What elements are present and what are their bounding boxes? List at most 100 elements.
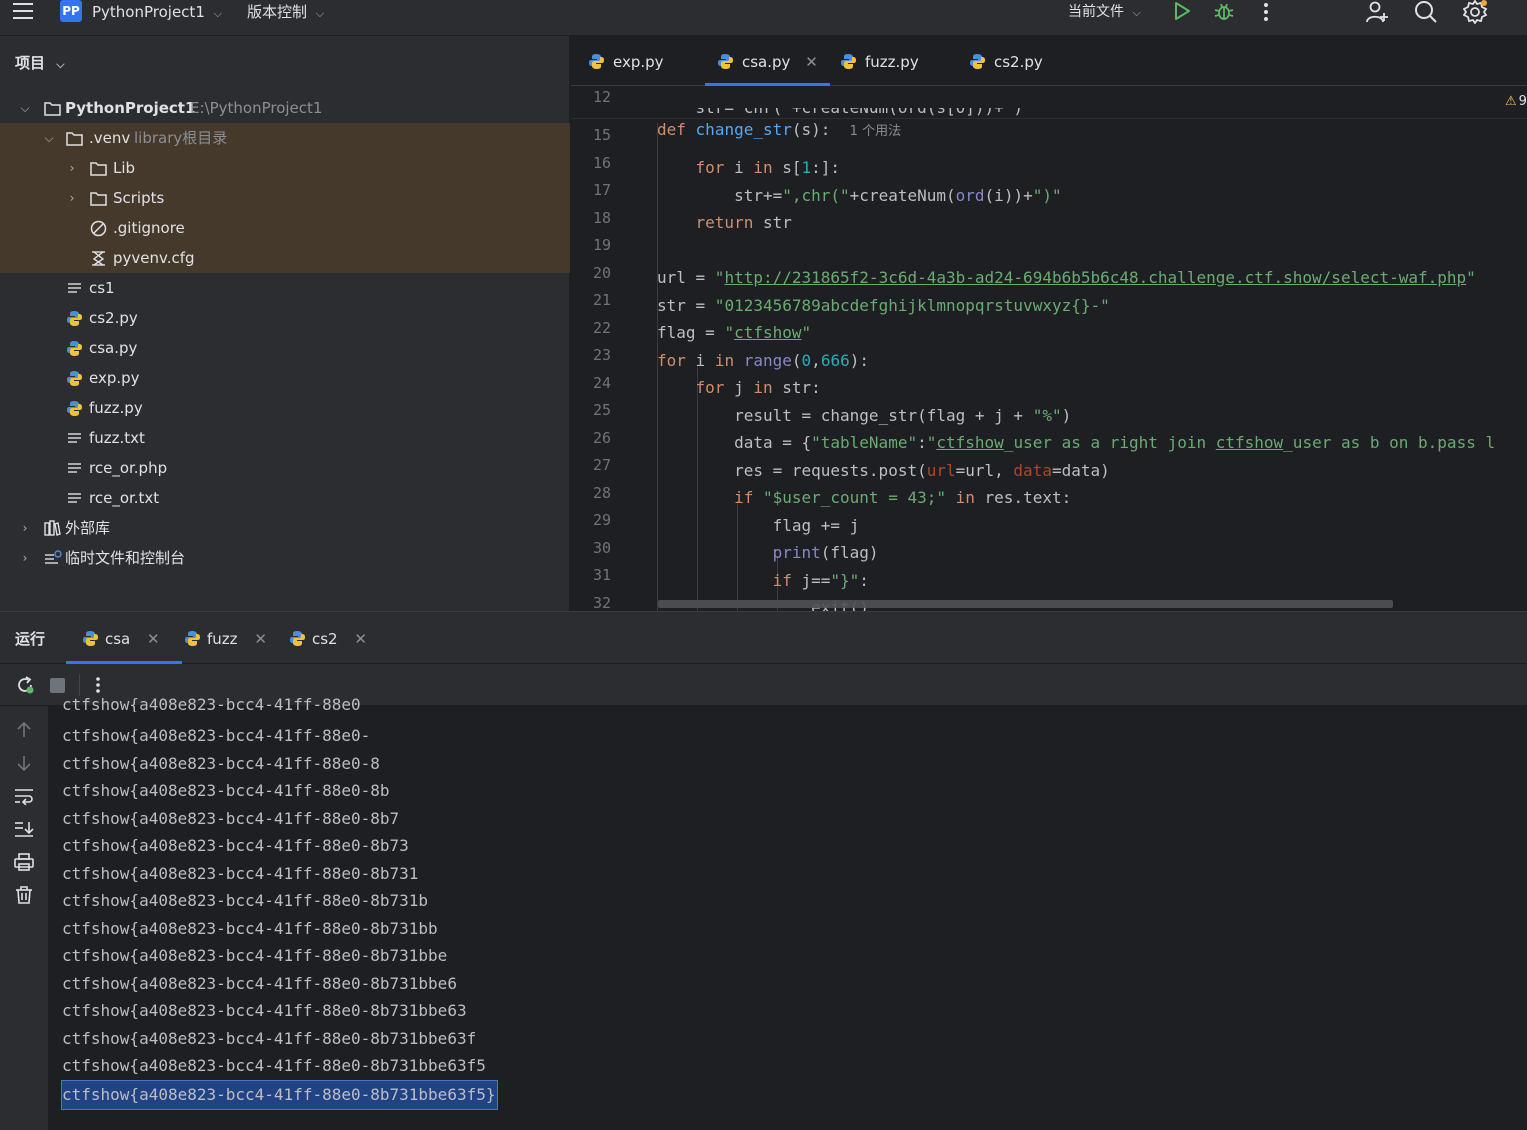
search-icon[interactable]	[1414, 0, 1438, 24]
code-line-20[interactable]: str = "0123456789abcdefghijklmnopqrstuvw…	[571, 264, 1527, 315]
close-icon[interactable]: ✕	[254, 630, 267, 648]
folder-icon	[90, 160, 107, 177]
code-line-28[interactable]: flag += j	[571, 484, 1527, 535]
title-bar: PP PythonProject1 ⌵ 版本控制 ⌵ 当前文件 ⌵	[0, 0, 1527, 36]
tree-path-note: E:\PythonProject1	[190, 99, 323, 117]
code-line-29[interactable]: print(flag)	[571, 511, 1527, 562]
code-line-23[interactable]: for j in str:	[571, 346, 1527, 397]
tree-item-exp-py[interactable]: exp.py	[0, 363, 570, 393]
more-options-icon[interactable]	[95, 675, 101, 695]
tree-label: 临时文件和控制台	[65, 549, 186, 567]
tree-item-fuzz-py[interactable]: fuzz.py	[0, 393, 570, 423]
code-line-21[interactable]: flag = "ctfshow"	[571, 291, 1527, 342]
chevron-right-icon[interactable]: ›	[66, 183, 78, 213]
tree-label: fuzz.txt	[89, 429, 145, 447]
tree-item-scripts[interactable]: › Scripts	[0, 183, 570, 213]
add-user-icon[interactable]	[1365, 0, 1389, 24]
code-line-26[interactable]: res = requests.post(url=url, data=data)	[571, 429, 1527, 480]
chevron-right-icon[interactable]: ›	[66, 153, 78, 183]
trash-icon[interactable]	[15, 886, 33, 904]
tree-item-rce-or-php[interactable]: rce_or.php	[0, 453, 570, 483]
tab-exp-py[interactable]: exp.py	[588, 36, 664, 85]
stop-icon[interactable]	[50, 678, 65, 693]
scroll-to-end-icon[interactable]	[14, 820, 34, 838]
tab-label: cs2.py	[994, 53, 1043, 71]
text-file-icon	[66, 460, 83, 477]
debug-button[interactable]	[1213, 1, 1235, 25]
tree-item-gitignore[interactable]: .gitignore	[0, 213, 570, 243]
project-panel-title: 项目	[15, 54, 46, 72]
close-icon[interactable]: ✕	[147, 630, 160, 648]
tree-item-pythonproject1[interactable]: ⌵ PythonProject1 E:\PythonProject1	[0, 93, 570, 123]
more-actions-icon[interactable]	[1262, 2, 1270, 26]
code-line-31[interactable]: exit()	[571, 566, 1527, 612]
code-line-16[interactable]: str+=",chr("+createNum(ord(i))+")"	[571, 154, 1527, 205]
tab-fuzz-py[interactable]: fuzz.py	[840, 36, 919, 85]
tree-item-cs2-py[interactable]: cs2.py	[0, 303, 570, 333]
tree-item-lib[interactable]: › Lib	[0, 153, 570, 183]
chevron-right-icon[interactable]: ›	[19, 543, 31, 573]
console-line-selected[interactable]: ctfshow{a408e823-bcc4-41ff-88e0-8b731bbe…	[60, 1080, 499, 1110]
code-line-14-partial: str="chr("+createNum(ord(s[0]))+")"	[571, 108, 1527, 120]
print-icon[interactable]	[14, 853, 34, 871]
toolbar-divider	[79, 674, 80, 696]
close-icon[interactable]: ✕	[805, 53, 818, 71]
soft-wrap-icon[interactable]	[14, 787, 34, 805]
run-config-selector[interactable]: 当前文件 ⌵	[1068, 0, 1141, 24]
run-button[interactable]	[1172, 1, 1192, 25]
tree-item-scratches[interactable]: › 临时文件和控制台	[0, 543, 570, 573]
chevron-right-icon[interactable]: ›	[19, 513, 31, 543]
settings-gear-icon[interactable]	[1463, 0, 1489, 24]
chevron-down-icon[interactable]: ⌵	[19, 93, 31, 123]
code-line-30[interactable]: if j=="}":	[571, 539, 1527, 590]
console-line: ctfshow{a408e823-bcc4-41ff-88e0-	[62, 726, 371, 745]
project-switcher[interactable]: PythonProject1 ⌵	[92, 0, 222, 24]
play-icon	[1175, 2, 1190, 20]
console-line: ctfshow{a408e823-bcc4-41ff-88e0-8b731bbe	[62, 946, 448, 965]
run-tab-fuzz[interactable]: fuzz ✕	[184, 612, 267, 664]
code-line-25[interactable]: data = {"tableName":"ctfshow_user as a r…	[571, 401, 1527, 452]
code-line-17[interactable]: return str	[571, 181, 1527, 232]
tree-label: Lib	[113, 159, 136, 177]
code-line-24[interactable]: result = change_str(flag + j + "%")	[571, 374, 1527, 425]
tree-item-pyvenv-cfg[interactable]: pyvenv.cfg	[0, 243, 570, 273]
vcs-menu[interactable]: 版本控制 ⌵	[247, 0, 324, 24]
warning-icon: ⚠	[1505, 94, 1517, 109]
tab-csa-py[interactable]: csa.py ✕	[705, 36, 830, 86]
code-line-15[interactable]: for i in s[1:]:	[571, 126, 1527, 177]
python-file-icon	[840, 53, 857, 70]
project-badge[interactable]: PP	[60, 0, 82, 22]
tree-label: rce_or.txt	[89, 489, 160, 507]
project-panel-header[interactable]: 项目 ⌵	[15, 52, 65, 73]
chevron-down-icon[interactable]: ⌵	[43, 123, 55, 153]
folder-icon	[66, 130, 83, 147]
run-tab-cs2[interactable]: cs2 ✕	[289, 612, 367, 664]
tree-label: 外部库	[65, 519, 111, 537]
arrow-down-icon[interactable]	[15, 754, 33, 772]
text-file-icon	[66, 490, 83, 507]
tree-item-venv[interactable]: ⌵ .venv library根目录	[0, 123, 570, 153]
rerun-button[interactable]	[15, 675, 35, 695]
console-line: ctfshow{a408e823-bcc4-41ff-88e0-8b731bbe…	[62, 1001, 467, 1020]
code-line-18[interactable]	[571, 209, 1527, 237]
tree-item-cs1[interactable]: cs1	[0, 273, 570, 303]
code-editor: exp.py csa.py ✕ fuzz.py cs2.py 12 15 16 …	[571, 36, 1527, 611]
folder-icon	[44, 100, 61, 117]
main-menu-icon[interactable]	[12, 0, 34, 24]
arrow-up-icon[interactable]	[15, 721, 33, 739]
tree-item-fuzz-txt[interactable]: fuzz.txt	[0, 423, 570, 453]
chevron-down-icon: ⌵	[1132, 6, 1141, 19]
python-file-icon	[66, 400, 83, 417]
code-line-19[interactable]: url = "http://231865f2-3c6d-4a3b-ad24-69…	[571, 236, 1527, 287]
horizontal-scrollbar[interactable]	[658, 600, 1393, 608]
console-line: ctfshow{a408e823-bcc4-41ff-88e0-8b731bbe…	[62, 1056, 486, 1075]
tab-cs2-py[interactable]: cs2.py	[969, 36, 1043, 85]
code-line-22[interactable]: for i in range(0,666):	[571, 319, 1527, 370]
close-icon[interactable]: ✕	[354, 630, 367, 648]
tree-item-csa-py[interactable]: csa.py	[0, 333, 570, 363]
tree-item-rce-or-txt[interactable]: rce_or.txt	[0, 483, 570, 513]
inspection-warning-indicator[interactable]: ⚠ 9	[1505, 94, 1527, 109]
run-tab-csa[interactable]: csa ✕	[66, 612, 182, 664]
tree-item-external-libraries[interactable]: › 外部库	[0, 513, 570, 543]
code-line-27[interactable]: if "$user_count = 43;" in res.text:	[571, 456, 1527, 507]
